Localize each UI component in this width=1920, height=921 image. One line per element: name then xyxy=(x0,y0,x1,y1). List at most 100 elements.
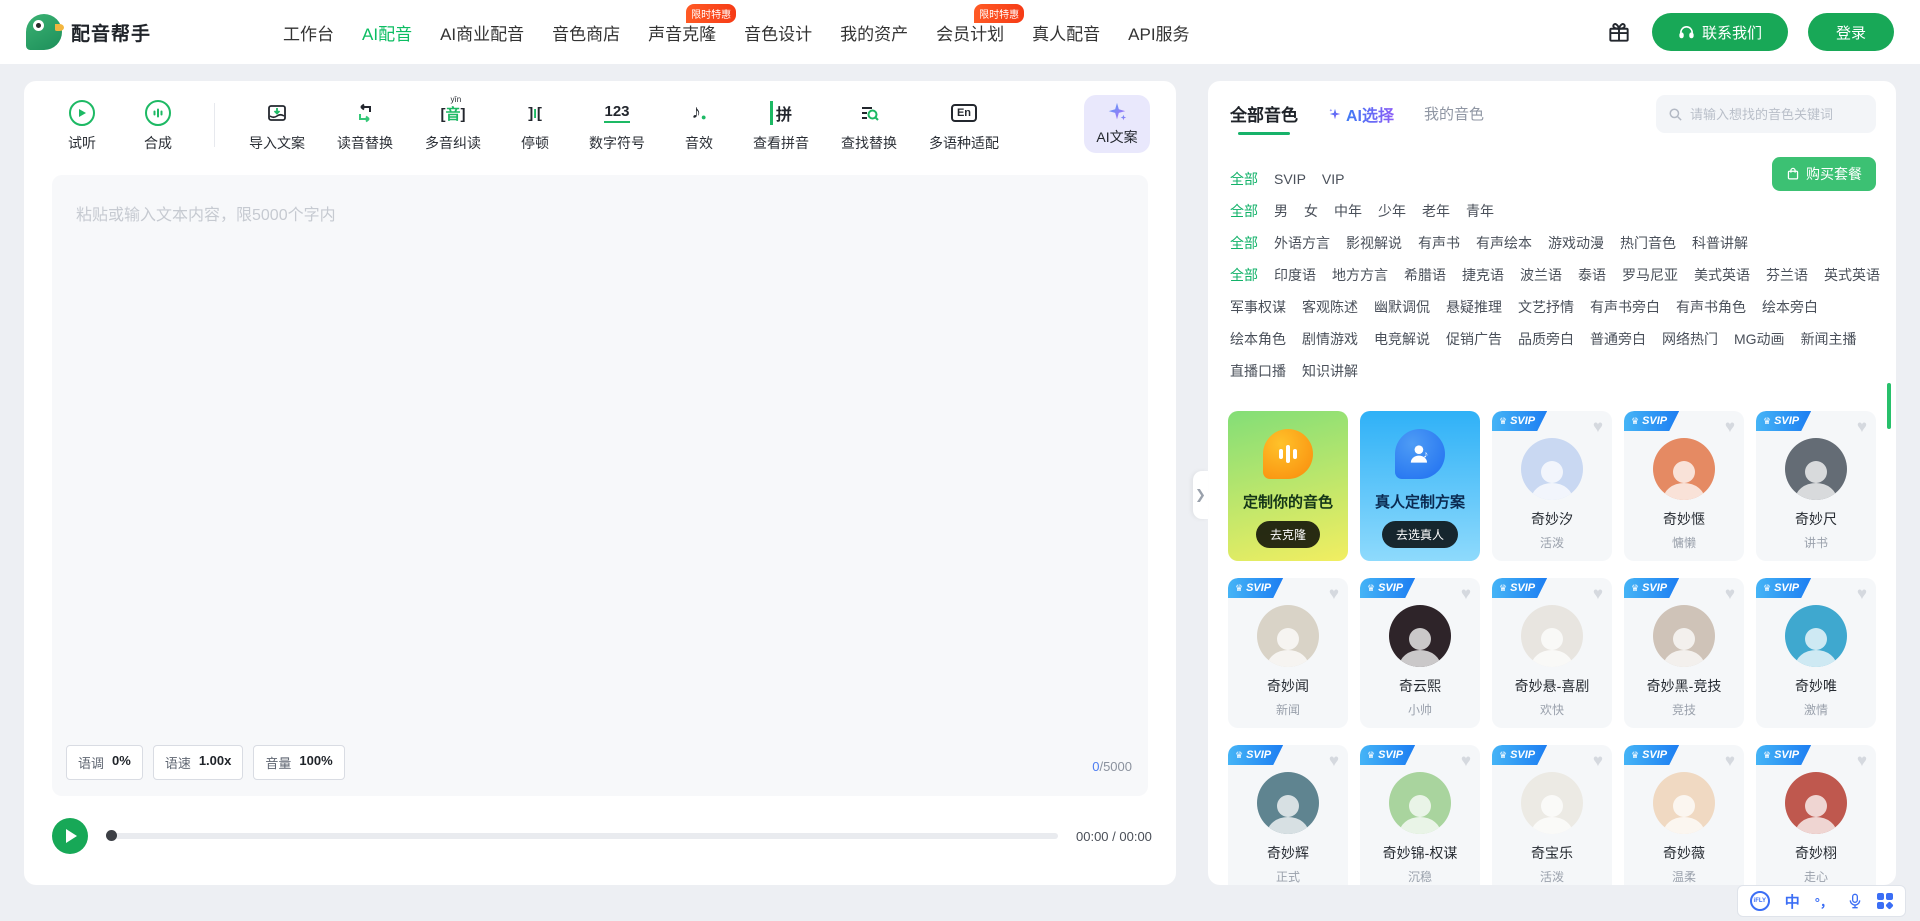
text-input-area[interactable]: 粘贴或输入文本内容，限5000个字内 语调0% 语速1.00x 音量100% 0… xyxy=(52,175,1148,796)
ifly-logo-icon[interactable]: iFLY xyxy=(1750,891,1770,911)
cards-scrollbar[interactable] xyxy=(1887,383,1891,429)
favorite-heart-icon[interactable]: ♥ xyxy=(1725,584,1735,604)
filter-item[interactable]: 知识讲解 xyxy=(1302,361,1358,381)
chinese-mode-icon[interactable]: 中 xyxy=(1785,891,1800,912)
synthesize-button[interactable]: 合成 xyxy=(136,101,180,153)
find-replace-button[interactable]: 查找替换 xyxy=(841,101,897,153)
filter-all[interactable]: 全部 xyxy=(1230,265,1258,285)
nav-item-真人配音[interactable]: 真人配音 xyxy=(1032,20,1100,45)
punctuation-icon[interactable]: °， xyxy=(1815,892,1833,911)
filter-item[interactable]: 老年 xyxy=(1422,201,1450,221)
filter-item[interactable]: 普通旁白 xyxy=(1590,329,1646,349)
favorite-heart-icon[interactable]: ♥ xyxy=(1857,417,1867,437)
choose-person-button[interactable]: 去选真人 xyxy=(1382,521,1458,548)
voice-card[interactable]: ♛SVIP ♥ 奇妙薇 温柔 xyxy=(1624,745,1744,885)
filter-all[interactable]: 全部 xyxy=(1230,201,1258,221)
favorite-heart-icon[interactable]: ♥ xyxy=(1329,751,1339,771)
tab-my-voices[interactable]: 我的音色 xyxy=(1424,103,1484,124)
nav-item-工作台[interactable]: 工作台 xyxy=(283,20,334,45)
search-input[interactable] xyxy=(1690,107,1860,122)
favorite-heart-icon[interactable]: ♥ xyxy=(1725,417,1735,437)
brand[interactable]: 配音帮手 xyxy=(26,14,151,50)
filter-item[interactable]: 游戏动漫 xyxy=(1548,233,1604,253)
nav-item-我的资产[interactable]: 我的资产 xyxy=(840,20,908,45)
nav-item-会员计划[interactable]: 会员计划限时特惠 xyxy=(936,20,1004,45)
favorite-heart-icon[interactable]: ♥ xyxy=(1725,751,1735,771)
voice-card[interactable]: ♛SVIP ♥ 奇妙闻 新闻 xyxy=(1228,578,1348,728)
view-pinyin-button[interactable]: 拼 查看拼音 xyxy=(753,101,809,153)
favorite-heart-icon[interactable]: ♥ xyxy=(1857,751,1867,771)
filter-item[interactable]: 泰语 xyxy=(1578,265,1606,285)
filter-item[interactable]: 直播口播 xyxy=(1230,361,1286,381)
voice-search[interactable] xyxy=(1656,95,1876,133)
filter-item[interactable]: 印度语 xyxy=(1274,265,1316,285)
import-text-button[interactable]: 导入文案 xyxy=(249,101,305,153)
voice-card[interactable]: ♛SVIP ♥ 奇妙悬-喜剧 欢快 xyxy=(1492,578,1612,728)
nav-item-音色商店[interactable]: 音色商店 xyxy=(552,20,620,45)
number-symbol-button[interactable]: 123 数字符号 xyxy=(589,101,645,153)
filter-item[interactable]: 悬疑推理 xyxy=(1446,297,1502,317)
filter-item[interactable]: 女 xyxy=(1304,201,1318,221)
filter-item[interactable]: SVIP xyxy=(1274,171,1306,187)
voice-card[interactable]: ♛SVIP ♥ 奇妙惬 慵懒 xyxy=(1624,411,1744,561)
filter-item[interactable]: 地方方言 xyxy=(1332,265,1388,285)
filter-item[interactable]: 青年 xyxy=(1466,201,1494,221)
filter-item[interactable]: 幽默调侃 xyxy=(1374,297,1430,317)
voice-card[interactable]: ♛SVIP ♥ 奇妙栩 走心 xyxy=(1756,745,1876,885)
filter-item[interactable]: 新闻主播 xyxy=(1801,329,1857,349)
filter-all[interactable]: 全部 xyxy=(1230,233,1258,253)
favorite-heart-icon[interactable]: ♥ xyxy=(1593,417,1603,437)
filter-item[interactable]: 影视解说 xyxy=(1346,233,1402,253)
filter-item[interactable]: 外语方言 xyxy=(1274,233,1330,253)
nav-item-音色设计[interactable]: 音色设计 xyxy=(744,20,812,45)
collapse-panel-handle[interactable]: ❯ xyxy=(1193,471,1208,519)
volume-control[interactable]: 音量100% xyxy=(253,745,344,780)
filter-item[interactable]: MG动画 xyxy=(1734,329,1785,349)
filter-item[interactable]: 文艺抒情 xyxy=(1518,297,1574,317)
filter-item[interactable]: 有声书 xyxy=(1418,233,1460,253)
filter-item[interactable]: 有声书角色 xyxy=(1676,297,1746,317)
polyphonic-correct-button[interactable]: yīn[音] 多音纠读 xyxy=(425,101,481,153)
filter-item[interactable]: 少年 xyxy=(1378,201,1406,221)
voice-card[interactable]: ♛SVIP ♥ 奇宝乐 活泼 xyxy=(1492,745,1612,885)
favorite-heart-icon[interactable]: ♥ xyxy=(1857,584,1867,604)
filter-item[interactable]: 热门音色 xyxy=(1620,233,1676,253)
pronunciation-replace-button[interactable]: 读音替换 xyxy=(337,101,393,153)
favorite-heart-icon[interactable]: ♥ xyxy=(1593,584,1603,604)
voice-card[interactable]: ♛SVIP ♥ 奇妙锦-权谋 沉稳 xyxy=(1360,745,1480,885)
voice-card[interactable]: ♛SVIP ♥ 奇妙唯 激情 xyxy=(1756,578,1876,728)
filter-item[interactable]: 波兰语 xyxy=(1520,265,1562,285)
filter-item[interactable]: 客观陈述 xyxy=(1302,297,1358,317)
voice-card[interactable]: ♛SVIP ♥ 奇妙尺 讲书 xyxy=(1756,411,1876,561)
filter-item[interactable]: 男 xyxy=(1274,201,1288,221)
filter-item[interactable]: 美式英语 xyxy=(1694,265,1750,285)
voice-card[interactable]: ♛SVIP ♥ 奇云熙 小帅 xyxy=(1360,578,1480,728)
nav-item-AI配音[interactable]: AI配音 xyxy=(362,20,412,45)
filter-item[interactable]: 促销广告 xyxy=(1446,329,1502,349)
filter-item[interactable]: 芬兰语 xyxy=(1766,265,1808,285)
microphone-icon[interactable] xyxy=(1848,893,1862,909)
voice-card[interactable]: ♛SVIP ♥ 奇妙辉 正式 xyxy=(1228,745,1348,885)
nav-item-声音克隆[interactable]: 声音克隆限时特惠 xyxy=(648,20,716,45)
favorite-heart-icon[interactable]: ♥ xyxy=(1461,751,1471,771)
filter-item[interactable]: 剧情游戏 xyxy=(1302,329,1358,349)
player-play-button[interactable] xyxy=(52,818,88,854)
sound-effect-button[interactable]: ♪● 音效 xyxy=(677,101,721,153)
filter-item[interactable]: 军事权谋 xyxy=(1230,297,1286,317)
filter-item[interactable]: 捷克语 xyxy=(1462,265,1504,285)
go-clone-button[interactable]: 去克隆 xyxy=(1256,521,1320,548)
grid-icon[interactable] xyxy=(1877,893,1893,909)
nav-item-API服务[interactable]: API服务 xyxy=(1128,20,1189,45)
ai-copy-button[interactable]: AI文案 xyxy=(1084,95,1150,153)
seek-bar[interactable] xyxy=(106,833,1058,839)
login-button[interactable]: 登录 xyxy=(1808,13,1894,51)
pause-button[interactable]: ]I[ 停顿 xyxy=(513,101,557,153)
buy-package-button[interactable]: 购买套餐 xyxy=(1772,157,1876,191)
favorite-heart-icon[interactable]: ♥ xyxy=(1329,584,1339,604)
gift-icon[interactable] xyxy=(1606,19,1632,45)
filter-item[interactable]: 电竞解说 xyxy=(1374,329,1430,349)
favorite-heart-icon[interactable]: ♥ xyxy=(1461,584,1471,604)
nav-item-AI商业配音[interactable]: AI商业配音 xyxy=(440,20,524,45)
filter-item[interactable]: 品质旁白 xyxy=(1518,329,1574,349)
filter-item[interactable]: 科普讲解 xyxy=(1692,233,1748,253)
